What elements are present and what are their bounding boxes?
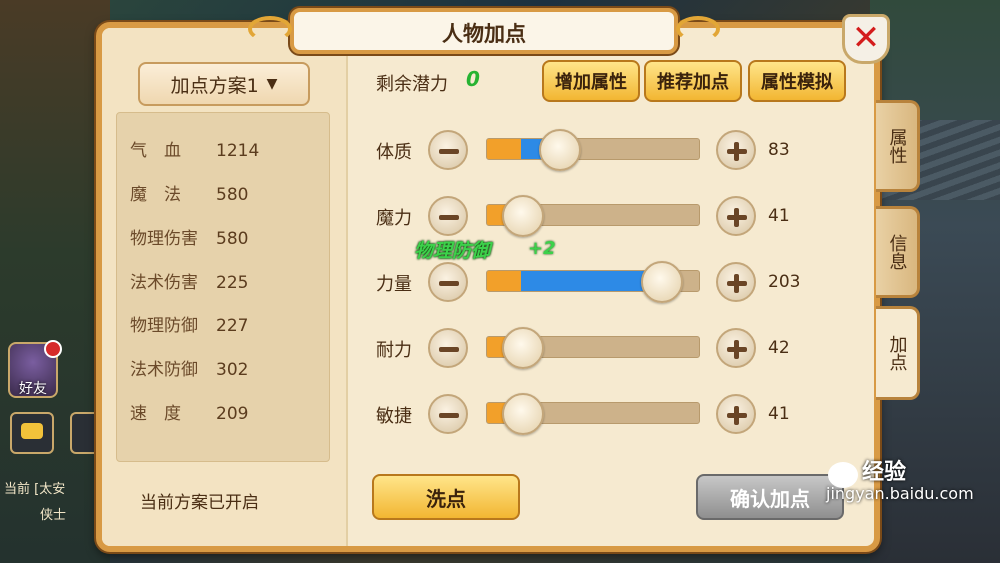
attr-value: 41	[768, 404, 790, 424]
title-ornament-right	[676, 16, 720, 42]
scheme-selected: 加点方案1	[170, 74, 259, 97]
stat-row: 魔 法 580	[130, 185, 249, 205]
chat-icon[interactable]	[10, 412, 54, 454]
stat-row: 气 血 1214	[130, 141, 260, 161]
close-icon[interactable]: ✕	[842, 14, 890, 64]
attr-label: 耐力	[376, 340, 412, 361]
scheme-dropdown[interactable]: 加点方案1 ▼	[138, 62, 310, 106]
minus-icon[interactable]	[428, 262, 468, 302]
add-attribute-button[interactable]: 增加属性	[542, 60, 640, 102]
potential-label: 剩余潜力	[376, 74, 448, 95]
confirm-button[interactable]: 确认加点	[696, 474, 844, 520]
bonus-label: 物理防御	[414, 240, 491, 262]
slider-base-fill	[487, 139, 521, 159]
attr-label: 力量	[376, 274, 412, 295]
title-ornament-left	[248, 16, 292, 42]
chat-line: 侠士	[40, 508, 67, 523]
slider-added-fill	[521, 271, 660, 291]
friends-button[interactable]: 好友	[8, 340, 62, 398]
slider-knob[interactable]	[641, 261, 683, 303]
stat-row: 物理防御 227	[130, 316, 249, 336]
watermark-brand: 经验	[862, 460, 907, 485]
friends-label: 好友	[19, 381, 47, 397]
potential-value: 0	[466, 67, 480, 91]
attr-label: 体质	[376, 142, 412, 163]
dialog-title: 人物加点	[442, 22, 526, 46]
tab-info[interactable]: 信息	[876, 206, 920, 298]
attr-value: 203	[768, 272, 801, 292]
chevron-down-icon: ▼	[266, 76, 278, 92]
attr-label: 敏捷	[376, 406, 412, 427]
tab-add-points[interactable]: 加点	[876, 306, 920, 400]
slider-knob[interactable]	[502, 393, 544, 435]
watermark: 经验 jingyan.baidu.com	[826, 454, 974, 503]
plus-icon[interactable]	[716, 328, 756, 368]
slider-base-fill	[487, 271, 521, 291]
slider-knob[interactable]	[502, 195, 544, 237]
plus-icon[interactable]	[716, 130, 756, 170]
minus-icon[interactable]	[428, 196, 468, 236]
minus-icon[interactable]	[428, 328, 468, 368]
attr-slider-track[interactable]	[486, 138, 700, 160]
chat-channel: 当前 [太安	[4, 482, 66, 497]
tab-attributes[interactable]: 属性	[876, 100, 920, 192]
watermark-url: jingyan.baidu.com	[826, 484, 974, 503]
plus-icon[interactable]	[716, 196, 756, 236]
attr-value: 83	[768, 140, 790, 160]
attr-value: 42	[768, 338, 790, 358]
wash-points-button[interactable]: 洗点	[372, 474, 520, 520]
stat-row: 物理伤害 580	[130, 229, 249, 249]
attr-label: 魔力	[376, 208, 412, 229]
plus-icon[interactable]	[716, 394, 756, 434]
bonus-value: +2	[528, 238, 556, 259]
stat-row: 速 度 209	[130, 404, 249, 424]
stat-row: 法术防御 302	[130, 360, 249, 380]
recommend-button[interactable]: 推荐加点	[644, 60, 742, 102]
stat-row: 法术伤害 225	[130, 273, 249, 293]
simulate-button[interactable]: 属性模拟	[748, 60, 846, 102]
plus-icon[interactable]	[716, 262, 756, 302]
slider-knob[interactable]	[502, 327, 544, 369]
attr-value: 41	[768, 206, 790, 226]
scheme-status: 当前方案已开启	[140, 493, 259, 513]
dialog-title-bar: 人物加点	[248, 8, 720, 54]
slider-knob[interactable]	[539, 129, 581, 171]
minus-icon[interactable]	[428, 130, 468, 170]
notification-dot	[44, 340, 62, 358]
minus-icon[interactable]	[428, 394, 468, 434]
